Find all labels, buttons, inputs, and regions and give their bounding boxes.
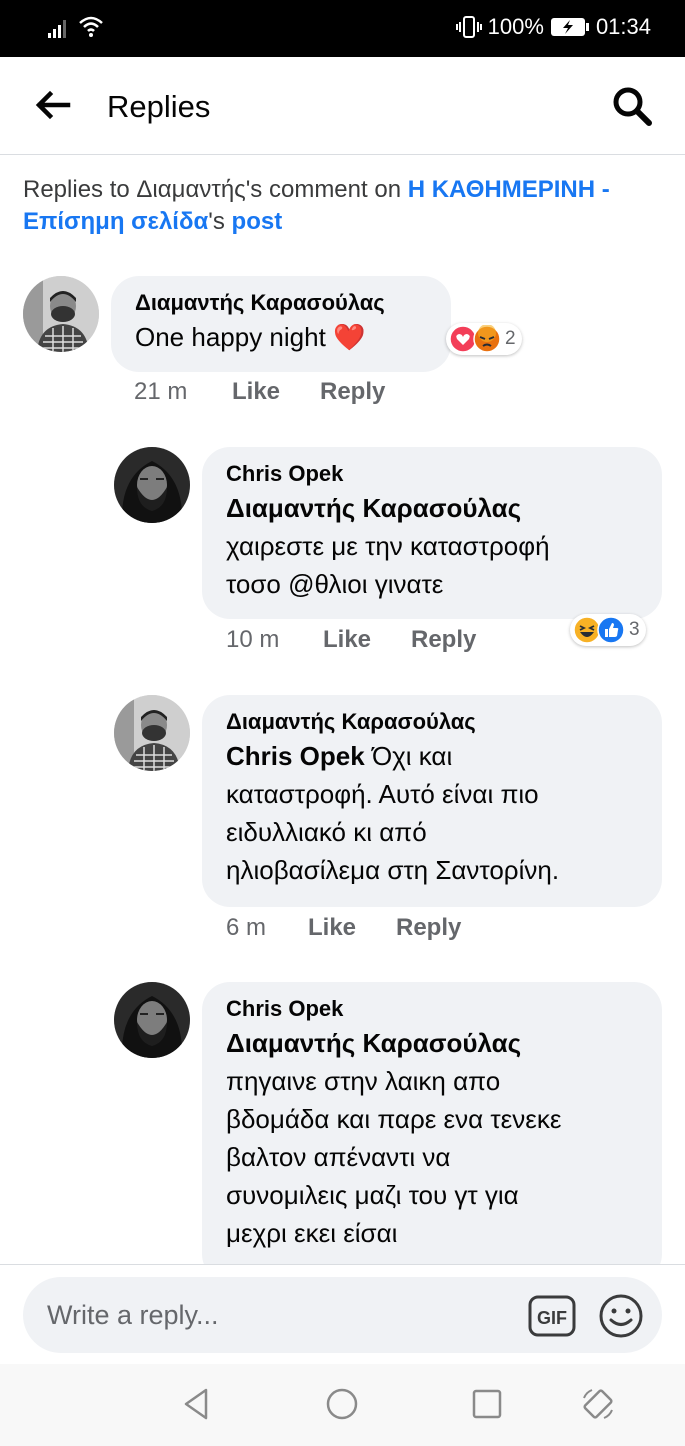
smiley-icon[interactable] <box>598 1293 644 1339</box>
comment-time[interactable]: 21 m <box>134 378 232 406</box>
home-circle-icon[interactable] <box>324 1386 360 1422</box>
comment-text-line: ειδυλλιακό κι από <box>226 817 427 847</box>
reply-composer: GIF <box>0 1264 685 1364</box>
comment-text-line: καταστροφή. Αυτό είναι πιο <box>226 779 539 809</box>
wifi-icon <box>79 16 103 37</box>
back-arrow-icon[interactable] <box>32 85 72 125</box>
comment-text-line: συνομιλεις μαζι του γτ για <box>226 1180 519 1210</box>
reaction-count: 3 <box>629 619 640 640</box>
avatar[interactable] <box>114 982 190 1058</box>
reaction-count: 2 <box>505 328 516 349</box>
battery-percent: 100% <box>487 14 544 39</box>
comment-text: One happy night ❤️ <box>135 322 366 352</box>
recents-square-icon[interactable] <box>469 1386 505 1422</box>
reaction-summary[interactable]: 3 <box>570 614 646 646</box>
reply-context: Replies to Διαμαντής's comment on Η ΚΑΘΗ… <box>23 176 610 235</box>
like-button[interactable]: Like <box>308 914 396 942</box>
battery-charging-icon <box>550 18 589 36</box>
comment-author[interactable]: Chris Opek <box>226 459 638 489</box>
clock: 01:34 <box>595 14 651 39</box>
comment-text-line: μεχρι εκει είσαι <box>226 1218 398 1248</box>
like-button[interactable]: Like <box>323 626 411 654</box>
app-header: Replies <box>0 57 685 155</box>
comment-time[interactable]: 10 m <box>226 626 323 654</box>
signal-icon <box>48 20 66 38</box>
rotate-icon[interactable] <box>580 1386 616 1422</box>
mention-link[interactable]: Διαμαντής Καρασούλας <box>226 489 638 527</box>
reply-button[interactable]: Reply <box>411 626 476 654</box>
post-link[interactable]: post <box>232 208 283 235</box>
comment-actions: 10 m Like Reply <box>226 626 476 654</box>
comment-text-line: ηλιοβασίλεμα στη Σαντορίνη. <box>226 855 560 885</box>
gif-label: GIF <box>537 1308 567 1328</box>
comment-bubble: Διαμαντής Καρασούλας Chris Opek Όχι και … <box>202 695 662 907</box>
avatar[interactable] <box>23 276 99 352</box>
comment-actions: 6 m Like Reply <box>226 914 461 942</box>
page-title: Replies <box>107 89 211 124</box>
avatar[interactable] <box>114 447 190 523</box>
avatar[interactable] <box>114 695 190 771</box>
comment-text-line: πηγαινε στην λαικη απο <box>226 1066 501 1096</box>
comment-actions: 21 m Like Reply <box>134 378 385 406</box>
angry-reaction-icon <box>473 325 501 353</box>
mention-link[interactable]: Διαμαντής Καρασούλας <box>226 1024 638 1062</box>
comment-bubble: Chris Opek Διαμαντής Καρασούλας πηγαινε … <box>202 982 662 1282</box>
reaction-summary[interactable]: 2 <box>446 323 522 355</box>
comment-text-line: χαιρεστε με την καταστροφή <box>226 531 550 561</box>
comment-text-line: βδομάδα και παρε ενα τενεκε <box>226 1104 562 1134</box>
like-reaction-icon <box>597 616 625 644</box>
comment-text-line: τοσο @θλιοι γινατε <box>226 569 444 599</box>
comment-text-line: Όχι και <box>364 741 453 771</box>
status-bar: 100% 01:34 <box>0 0 685 57</box>
back-triangle-icon[interactable] <box>178 1386 214 1422</box>
comment-author[interactable]: Διαμαντής Καρασούλας <box>226 707 638 737</box>
comment-text-line: βαλτον απέναντι να <box>226 1142 451 1172</box>
comment-bubble: Διαμαντής Καρασούλας One happy night ❤️ <box>111 276 451 372</box>
system-nav-bar <box>0 1364 685 1446</box>
comment-time[interactable]: 6 m <box>226 914 308 942</box>
reply-button[interactable]: Reply <box>396 914 461 942</box>
search-icon[interactable] <box>611 85 653 127</box>
comment-bubble: Chris Opek Διαμαντής Καρασούλας χαιρεστε… <box>202 447 662 619</box>
mention-link[interactable]: Chris Opek <box>226 741 365 771</box>
gif-icon[interactable]: GIF <box>528 1295 576 1337</box>
reply-button[interactable]: Reply <box>320 378 385 406</box>
like-button[interactable]: Like <box>232 378 320 406</box>
comment-author[interactable]: Chris Opek <box>226 994 638 1024</box>
comment-author[interactable]: Διαμαντής Καρασούλας <box>135 288 427 318</box>
vibrate-icon <box>455 16 482 38</box>
